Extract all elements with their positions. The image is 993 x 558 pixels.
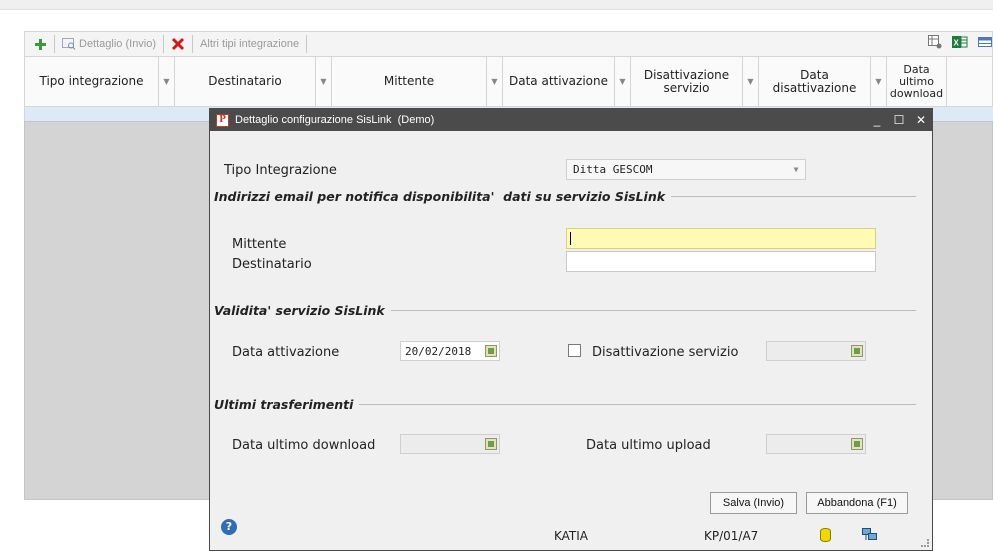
calendar-icon[interactable]	[485, 438, 497, 450]
disattivazione-checkbox[interactable]	[568, 344, 581, 357]
database-icon	[820, 528, 831, 542]
section-validita: Validita' servizio SisLink	[214, 302, 916, 318]
other-integrations-label: Altri tipi integrazione	[200, 38, 300, 50]
column-filter-icon[interactable]: ▼	[743, 57, 759, 106]
data-attivazione-input[interactable]: 20/02/2018	[400, 341, 500, 361]
column-filter-icon[interactable]: ▼	[615, 57, 631, 106]
dialog-titlebar[interactable]: P Dettaglio configurazione SisLink (Demo…	[210, 109, 932, 131]
column-header-data-attivazione[interactable]: Data attivazione	[503, 57, 615, 106]
detail-icon	[62, 38, 76, 50]
cancel-button[interactable]: Abbandona (F1)	[806, 492, 908, 514]
section-trasferimenti-title: Ultimi trasferimenti	[214, 396, 354, 412]
section-validita-title: Validita' servizio SisLink	[214, 302, 385, 318]
plus-icon	[35, 38, 46, 50]
status-code: KP/01/A7	[704, 529, 759, 543]
toolbar-separator	[54, 35, 55, 53]
maximize-icon[interactable]: ☐	[888, 113, 910, 127]
mittente-input[interactable]	[566, 228, 876, 249]
column-header-disattivazione-servizio[interactable]: Disattivazione servizio	[631, 57, 743, 106]
resize-grip[interactable]	[921, 539, 929, 547]
section-divider	[671, 195, 916, 197]
data-ultimo-download-input[interactable]	[400, 434, 500, 454]
minimize-icon[interactable]: _	[866, 113, 888, 127]
detail-label: Dettaglio (Invio)	[79, 38, 157, 50]
column-filter-icon[interactable]: ▼	[871, 57, 887, 106]
data-ultimo-download-label: Data ultimo download	[232, 438, 376, 453]
destinatario-input[interactable]	[566, 251, 876, 272]
svg-text:X: X	[954, 39, 960, 48]
add-button[interactable]	[31, 33, 50, 55]
grid-header: Tipo integrazione ▼ Destinatario ▼ Mitte…	[24, 57, 993, 107]
help-icon[interactable]: ?	[221, 519, 237, 535]
toolbar-separator	[306, 35, 308, 53]
column-filter-icon[interactable]: ▼	[159, 57, 175, 106]
section-divider	[359, 403, 916, 405]
status-user: KATIA	[554, 529, 589, 543]
data-attivazione-value: 20/02/2018	[405, 344, 472, 358]
column-filter-icon[interactable]: ▼	[316, 57, 332, 106]
window-controls: _ ☐ ✕	[866, 113, 932, 127]
tipo-integrazione-select[interactable]: Ditta GESCOM ▼	[566, 159, 806, 180]
column-header-mittente[interactable]: Mittente	[332, 57, 487, 106]
data-disattivazione-input[interactable]	[766, 341, 866, 361]
data-ultimo-upload-label: Data ultimo upload	[586, 438, 711, 453]
delete-button[interactable]	[168, 33, 188, 55]
dialog-window: P Dettaglio configurazione SisLink (Demo…	[209, 108, 933, 551]
toolbar-separator	[192, 35, 194, 53]
dialog-body: Tipo Integrazione Ditta GESCOM ▼ Indiriz…	[210, 131, 932, 550]
app-icon: P	[216, 113, 229, 127]
network-icon	[862, 528, 877, 540]
calendar-icon[interactable]	[851, 438, 863, 450]
close-icon[interactable]: ✕	[910, 113, 932, 127]
column-header-data-ultimo-download[interactable]: Data ultimo download	[887, 57, 947, 106]
other-integrations-button[interactable]: Altri tipi integrazione	[197, 33, 302, 55]
disattivazione-label: Disattivazione servizio	[592, 345, 739, 360]
section-trasferimenti: Ultimi trasferimenti	[214, 396, 916, 412]
section-email-title: Indirizzi email per notifica disponibili…	[214, 188, 666, 204]
data-attivazione-label: Data attivazione	[232, 345, 340, 360]
column-header-data-disattivazione[interactable]: Data disattivazione	[759, 57, 871, 106]
calendar-icon[interactable]	[851, 345, 863, 357]
toolbar: Dettaglio (Invio) Altri tipi integrazion…	[24, 31, 993, 57]
text-caret	[570, 232, 571, 245]
delete-x-icon	[171, 37, 185, 51]
grid-settings-icon[interactable]	[928, 35, 942, 49]
mittente-label: Mittente	[232, 237, 287, 252]
destinatario-label: Destinatario	[232, 257, 312, 272]
column-filter-icon[interactable]: ▼	[487, 57, 503, 106]
section-divider	[390, 309, 916, 311]
tipo-integrazione-label: Tipo Integrazione	[224, 163, 337, 178]
tipo-integrazione-value: Ditta GESCOM	[573, 163, 653, 176]
top-strip	[0, 0, 993, 10]
section-email: Indirizzi email per notifica disponibili…	[214, 188, 916, 204]
save-button[interactable]: Salva (Invio)	[710, 492, 797, 514]
table-icon[interactable]	[978, 36, 992, 48]
column-header-tipo-integrazione[interactable]: Tipo integrazione	[25, 57, 159, 106]
toolbar-right: X	[928, 35, 992, 49]
toolbar-separator	[163, 35, 165, 53]
dialog-title: Dettaglio configurazione SisLink (Demo)	[235, 114, 435, 126]
data-ultimo-upload-input[interactable]	[766, 434, 866, 454]
excel-icon[interactable]: X	[952, 35, 968, 49]
chevron-down-icon: ▼	[793, 165, 799, 174]
column-header-destinatario[interactable]: Destinatario	[175, 57, 316, 106]
detail-button[interactable]: Dettaglio (Invio)	[59, 33, 159, 55]
calendar-icon[interactable]	[485, 345, 497, 357]
